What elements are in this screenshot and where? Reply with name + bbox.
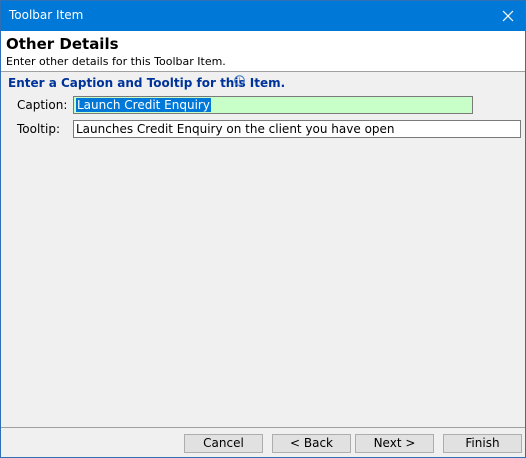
caption-label: Caption:: [17, 98, 68, 112]
footer-divider: [1, 427, 525, 428]
dialog-window: Toolbar Item Other Details Enter other d…: [0, 0, 526, 458]
next-button[interactable]: Next >: [355, 434, 434, 453]
window-title: Toolbar Item: [9, 8, 84, 22]
finish-button[interactable]: Finish: [443, 434, 522, 453]
back-button[interactable]: < Back: [272, 434, 351, 453]
cancel-button[interactable]: Cancel: [184, 434, 263, 453]
title-bar: Toolbar Item: [1, 1, 525, 31]
tooltip-input[interactable]: Launches Credit Enquiry on the client yo…: [73, 120, 521, 138]
tooltip-label: Tooltip:: [17, 122, 61, 136]
wizard-header: Other Details Enter other details for th…: [1, 31, 525, 72]
page-subtitle: Enter other details for this Toolbar Ite…: [6, 55, 226, 68]
close-icon[interactable]: [491, 1, 525, 31]
page-title: Other Details: [6, 35, 119, 53]
info-icon[interactable]: [234, 75, 245, 89]
caption-value: Launch Credit Enquiry: [76, 98, 211, 112]
caption-input[interactable]: Launch Credit Enquiry: [73, 96, 473, 114]
